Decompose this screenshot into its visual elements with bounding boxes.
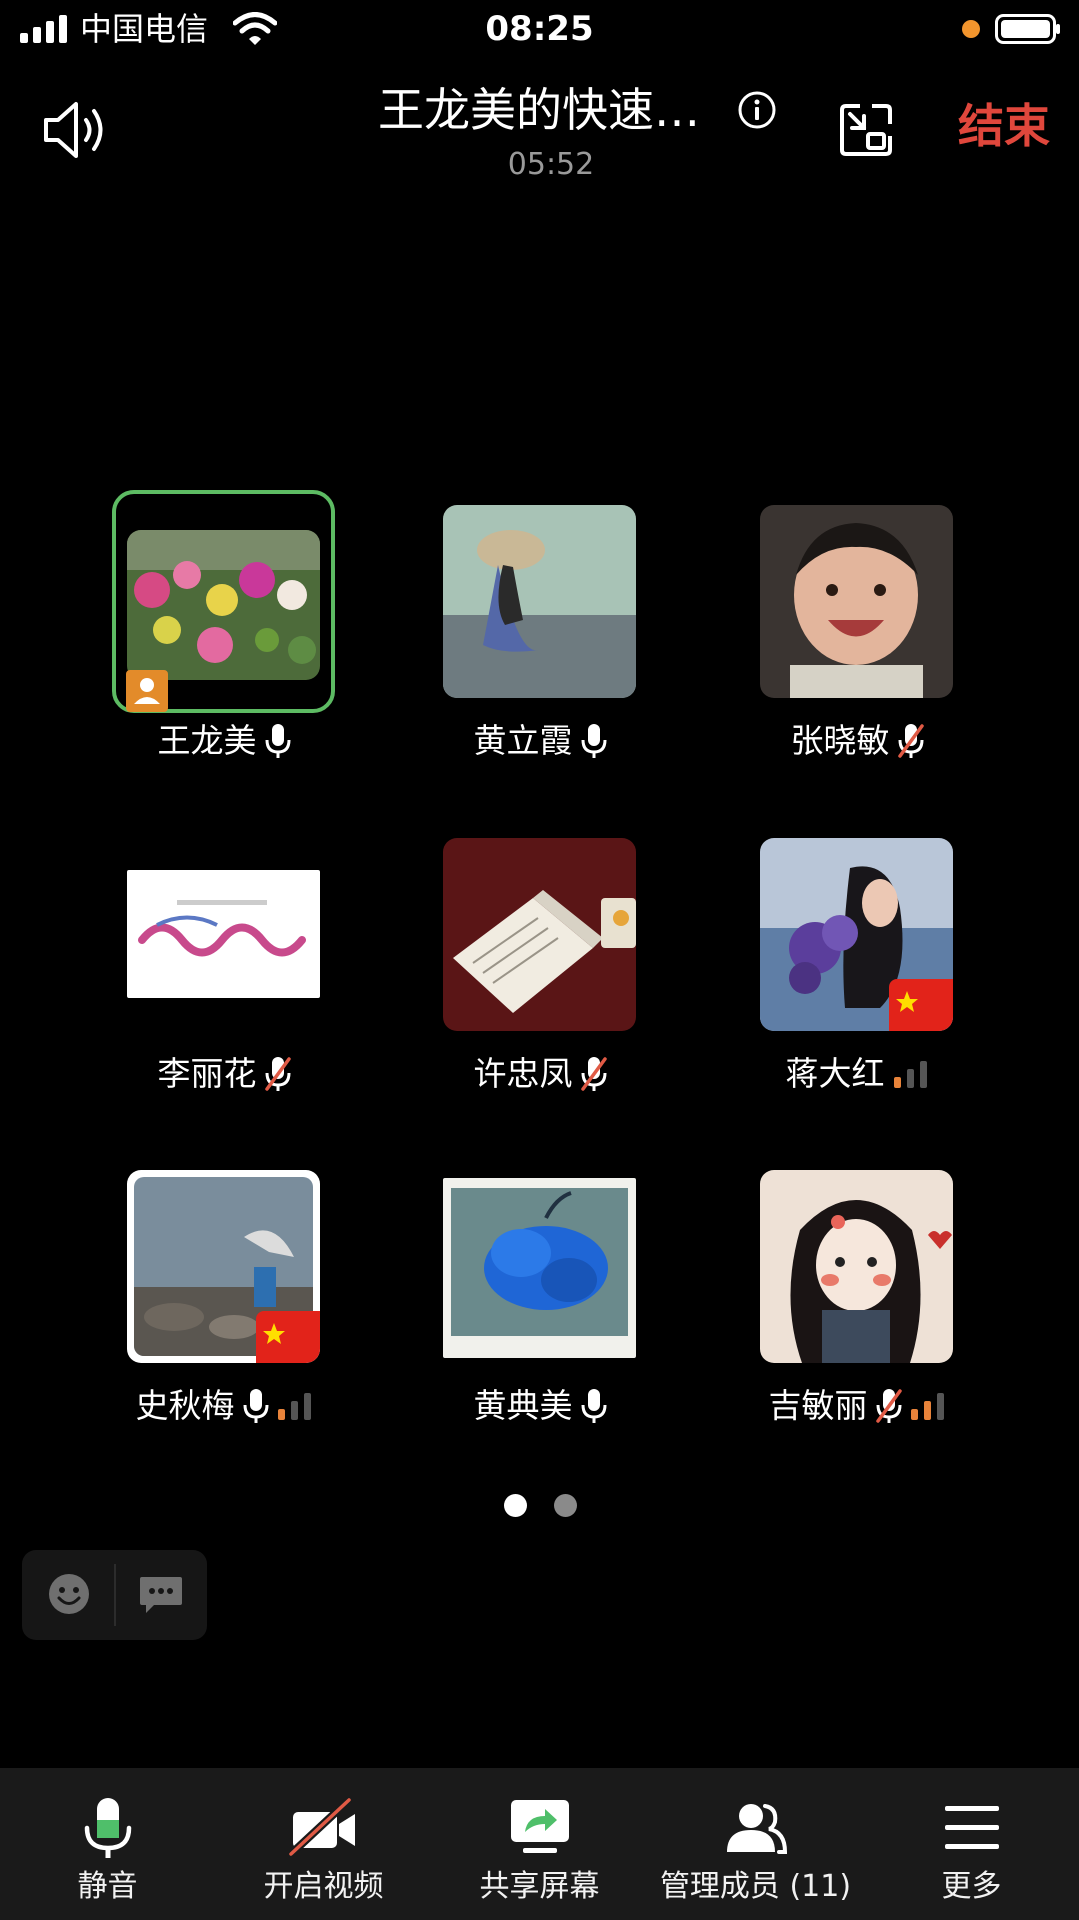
privacy-indicator-dot	[962, 20, 980, 38]
participant-name: 史秋梅	[135, 1386, 235, 1425]
participant-tile[interactable]: 王龙美	[82, 490, 335, 760]
meeting-screen: 中国电信 08:25 王龙美的快速… 05:52 结束 王龙美 黄立霞 张晓敏 …	[0, 0, 1079, 1920]
participant-tile[interactable]: 黄立霞	[398, 505, 638, 760]
participant-name-row: 史秋梅	[82, 1382, 366, 1430]
mic-muted-icon	[580, 1057, 607, 1091]
signal-strength-icon	[893, 1061, 927, 1088]
info-icon[interactable]	[737, 90, 777, 130]
avatar	[760, 505, 953, 698]
meeting-title[interactable]: 王龙美的快速…	[378, 82, 700, 138]
signal-strength-icon	[910, 1393, 944, 1420]
participant-name: 黄典美	[473, 1386, 573, 1425]
menu-icon	[944, 1806, 999, 1849]
mute-button[interactable]: 静音	[0, 1768, 215, 1920]
share-screen-label: 共享屏幕	[479, 1869, 600, 1904]
page-indicator	[0, 1494, 1079, 1518]
mic-on-icon	[581, 724, 606, 758]
bottom-toolbar: 静音 开启视频 共享屏幕 管理成员 (11) 更多	[0, 1768, 1079, 1920]
avatar	[127, 1170, 320, 1363]
minimize-window-icon[interactable]	[838, 102, 894, 158]
participant-tile[interactable]: 黄典美	[398, 1170, 638, 1425]
mute-label: 静音	[77, 1869, 138, 1904]
avatar	[443, 1178, 636, 1358]
mic-on-icon	[581, 1389, 606, 1423]
reaction-panel	[22, 1550, 207, 1640]
members-icon	[726, 1804, 787, 1854]
share-screen-icon	[510, 1800, 569, 1853]
participant-name: 王龙美	[157, 721, 257, 760]
participant-name-row: 李丽花	[82, 1050, 366, 1098]
divider	[114, 1564, 116, 1626]
share-screen-button[interactable]: 共享屏幕	[432, 1768, 647, 1920]
chat-bubble-icon[interactable]	[138, 1571, 184, 1617]
page-dot-active[interactable]	[504, 1494, 527, 1517]
participant-tile[interactable]: 许忠凤	[398, 838, 638, 1093]
participant-name: 许忠凤	[473, 1054, 573, 1093]
participant-name-row: 王龙美	[82, 717, 366, 765]
end-meeting-button[interactable]: 结束	[958, 98, 1050, 154]
meeting-duration: 05:52	[507, 147, 595, 182]
participant-tile[interactable]: 张晓敏	[715, 505, 955, 760]
avatar	[760, 838, 953, 1031]
avatar	[127, 870, 320, 998]
mic-muted-icon	[897, 724, 924, 758]
microphone-icon	[84, 1798, 131, 1858]
participant-name: 吉敏丽	[768, 1386, 868, 1425]
mic-on-icon	[243, 1389, 268, 1423]
start-video-button[interactable]: 开启视频	[216, 1768, 431, 1920]
participant-tile[interactable]: 吉敏丽	[715, 1170, 955, 1425]
status-bar: 中国电信 08:25	[0, 0, 1079, 60]
participant-tile[interactable]: 史秋梅	[82, 1170, 322, 1425]
manage-members-label: 管理成员 (11)	[659, 1869, 852, 1904]
participant-name: 张晓敏	[790, 721, 890, 760]
more-label: 更多	[941, 1869, 1002, 1904]
mic-muted-icon	[264, 1057, 291, 1091]
participant-name: 黄立霞	[473, 721, 573, 760]
china-flag-icon	[256, 1311, 320, 1363]
participant-name-row: 黄立霞	[398, 717, 682, 765]
participant-name-row: 吉敏丽	[715, 1382, 999, 1430]
participant-name-row: 张晓敏	[715, 717, 999, 765]
participant-tile[interactable]: 李丽花	[82, 838, 322, 1093]
more-button[interactable]: 更多	[864, 1768, 1079, 1920]
participant-name-row: 蒋大红	[715, 1050, 999, 1098]
china-flag-icon	[889, 979, 953, 1031]
participant-name-row: 许忠凤	[398, 1050, 682, 1098]
manage-members-button[interactable]: 管理成员 (11)	[648, 1768, 863, 1920]
participant-tile[interactable]: 蒋大红	[715, 838, 955, 1093]
participant-name: 蒋大红	[785, 1054, 885, 1093]
mic-muted-icon	[875, 1389, 902, 1423]
host-badge-icon	[126, 670, 168, 712]
avatar	[443, 505, 636, 698]
avatar	[443, 838, 636, 1031]
mic-on-icon	[265, 724, 290, 758]
battery-icon	[995, 14, 1060, 44]
avatar	[127, 530, 320, 680]
participant-name: 李丽花	[157, 1054, 257, 1093]
start-video-label: 开启视频	[263, 1869, 384, 1904]
participant-name-row: 黄典美	[398, 1382, 682, 1430]
status-time: 08:25	[485, 9, 594, 49]
avatar	[760, 1170, 953, 1363]
signal-strength-icon	[277, 1393, 311, 1420]
video-off-icon	[288, 1797, 355, 1857]
emoji-icon[interactable]	[46, 1571, 92, 1617]
page-dot[interactable]	[554, 1494, 577, 1517]
